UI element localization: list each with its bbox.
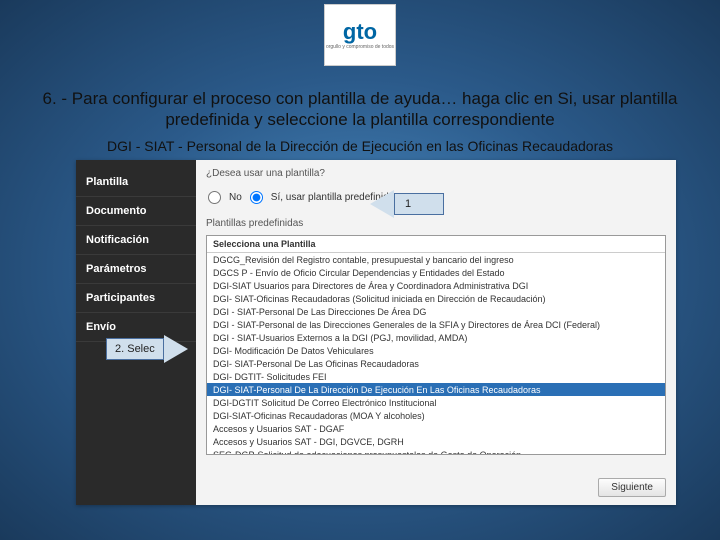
logo-brand: gto <box>343 21 377 43</box>
dropdown-option[interactable]: DGI- DGTIT- Solicitudes FEI <box>207 370 665 383</box>
sidebar: Plantilla Documento Notificación Parámet… <box>76 160 196 505</box>
question-label: ¿Desea usar una plantilla? <box>206 168 666 179</box>
dropdown-option[interactable]: Accesos y Usuarios SAT - DGI, DGVCE, DGR… <box>207 435 665 448</box>
sidebar-item-participantes[interactable]: Participantes <box>76 284 196 313</box>
dropdown-option[interactable]: Accesos y Usuarios SAT - DGAF <box>207 422 665 435</box>
dropdown-option[interactable]: DGI - SIAT-Personal de las Direcciones G… <box>207 318 665 331</box>
subtitle-text: DGI - SIAT - Personal de la Dirección de… <box>0 138 720 154</box>
list-label: Plantillas predefinidas <box>206 218 666 229</box>
dropdown-option[interactable]: DGCG_Revisión del Registro contable, pre… <box>207 253 665 266</box>
dropdown-option[interactable]: DGI- Modificación De Datos Vehiculares <box>207 344 665 357</box>
dropdown-option[interactable]: DGI-SIAT-Oficinas Recaudadoras (MOA Y al… <box>207 409 665 422</box>
sidebar-item-parametros[interactable]: Parámetros <box>76 255 196 284</box>
sidebar-item-documento[interactable]: Documento <box>76 197 196 226</box>
callout-1-label: 1 <box>394 193 444 215</box>
logo: gto orgullo y compromiso de todos <box>324 4 396 66</box>
dropdown-option[interactable]: SEG-DGP-Solicitud de adecuaciones presup… <box>207 448 665 455</box>
dropdown-option[interactable]: DGI - SIAT-Usuarios Externos a la DGI (P… <box>207 331 665 344</box>
dropdown-option[interactable]: DGCS P - Envío de Oficio Circular Depend… <box>207 266 665 279</box>
logo-tagline: orgullo y compromiso de todos <box>326 45 394 50</box>
dropdown-header: Selecciona una Plantilla <box>207 236 665 253</box>
dropdown-option[interactable]: DGI-DGTIT Solicitud De Correo Electrónic… <box>207 396 665 409</box>
dropdown-option[interactable]: DGI- SIAT-Oficinas Recaudadoras (Solicit… <box>207 292 665 305</box>
radio-no-label: No <box>229 192 242 203</box>
sidebar-item-plantilla[interactable]: Plantilla <box>76 168 196 197</box>
dropdown-option[interactable]: DGI-SIAT Usuarios para Directores de Áre… <box>207 279 665 292</box>
template-dropdown[interactable]: Selecciona una Plantilla DGCG_Revisión d… <box>206 235 666 455</box>
radio-yes[interactable] <box>250 191 263 204</box>
instruction-text: 6. - Para configurar el proceso con plan… <box>0 88 720 131</box>
dropdown-option[interactable]: DGI- SIAT-Personal De Las Oficinas Recau… <box>207 357 665 370</box>
dropdown-option[interactable]: DGI- SIAT-Personal De La Dirección De Ej… <box>207 383 665 396</box>
dropdown-option[interactable]: DGI - SIAT-Personal De Las Direcciones D… <box>207 305 665 318</box>
next-button[interactable]: Siguiente <box>598 478 666 497</box>
callout-2-label: 2. Selec <box>106 338 164 360</box>
radio-no[interactable] <box>208 191 221 204</box>
sidebar-item-notificacion[interactable]: Notificación <box>76 226 196 255</box>
callout-1: 1 <box>370 190 444 218</box>
callout-2: 2. Selec <box>106 335 188 363</box>
arrow-right-icon <box>164 335 188 363</box>
arrow-left-icon <box>370 190 394 218</box>
